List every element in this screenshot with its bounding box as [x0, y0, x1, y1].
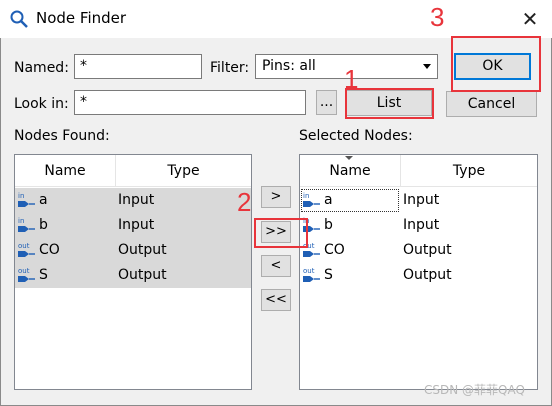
list-item[interactable]: in b Input: [300, 213, 537, 238]
output-pin-icon: out: [18, 242, 35, 257]
annotation-number-1: 1: [344, 64, 359, 94]
remove-all-button[interactable]: <<: [261, 289, 291, 311]
close-button[interactable]: ✕: [516, 6, 544, 32]
selected-nodes-label: Selected Nodes:: [299, 128, 413, 144]
column-header-type[interactable]: Type: [116, 155, 251, 187]
node-type: Input: [403, 192, 440, 208]
look-in-label: Look in:: [14, 96, 69, 112]
named-label: Named:: [14, 60, 69, 76]
annotation-number-3: 3: [430, 2, 445, 32]
node-name: b: [324, 217, 333, 233]
svg-text:out: out: [18, 267, 30, 275]
remove-button[interactable]: <: [261, 255, 291, 277]
input-pin-icon: in: [18, 217, 35, 232]
svg-text:in: in: [18, 192, 24, 200]
node-name: b: [39, 217, 48, 233]
list-item[interactable]: in a Input: [15, 188, 251, 213]
node-type: Output: [118, 267, 167, 283]
nodes-found-label: Nodes Found:: [14, 128, 110, 144]
column-header-name[interactable]: Name: [15, 155, 115, 187]
node-type: Input: [118, 217, 155, 233]
node-type: Input: [118, 192, 155, 208]
filter-label: Filter:: [210, 60, 250, 76]
annotation-number-2: 2: [237, 187, 252, 217]
input-pin-icon: in: [18, 192, 35, 207]
list-item[interactable]: out CO Output: [15, 238, 251, 263]
node-name: a: [39, 192, 48, 208]
named-input[interactable]: *: [74, 54, 202, 79]
node-name: S: [324, 267, 333, 283]
list-item[interactable]: out CO Output: [300, 238, 537, 263]
focus-rectangle: [301, 189, 399, 212]
list-item[interactable]: out S Output: [15, 263, 251, 288]
list-item[interactable]: in b Input: [15, 213, 251, 238]
list-item[interactable]: in a Input: [300, 188, 537, 213]
selected-nodes-list[interactable]: Name Type in a Input in b Input out CO Output out…: [299, 154, 538, 390]
node-type: Output: [403, 267, 452, 283]
chevron-down-icon: [423, 64, 431, 69]
svg-text:out: out: [18, 242, 30, 250]
window-title: Node Finder: [36, 9, 127, 27]
look-in-input[interactable]: *: [74, 90, 306, 115]
node-name: S: [39, 267, 48, 283]
sort-down-icon: [345, 156, 353, 160]
cancel-button[interactable]: Cancel: [446, 91, 537, 117]
output-pin-icon: out: [18, 267, 35, 282]
node-name: CO: [39, 242, 60, 258]
nodes-found-list[interactable]: Name Type in a Input in b Input out CO Output out…: [14, 154, 252, 390]
svg-text:in: in: [18, 217, 24, 225]
column-header-type[interactable]: Type: [401, 155, 537, 187]
nodes-found-header: Name Type: [15, 155, 251, 187]
node-type: Output: [118, 242, 167, 258]
annotation-box-2: [254, 218, 308, 248]
filter-select-value: Pins: all: [262, 58, 316, 74]
node-name: CO: [324, 242, 345, 258]
list-item[interactable]: out S Output: [300, 263, 537, 288]
output-pin-icon: out: [303, 267, 320, 282]
annotation-box-3: [451, 36, 541, 92]
svg-text:out: out: [303, 267, 315, 275]
watermark: CSDN @菲菲QAQ: [424, 383, 525, 397]
add-button[interactable]: >: [261, 186, 291, 208]
node-type: Output: [403, 242, 452, 258]
node-type: Input: [403, 217, 440, 233]
browse-button[interactable]: ...: [316, 90, 337, 115]
selected-nodes-header: Name Type: [300, 155, 537, 187]
app-icon: [10, 10, 28, 28]
